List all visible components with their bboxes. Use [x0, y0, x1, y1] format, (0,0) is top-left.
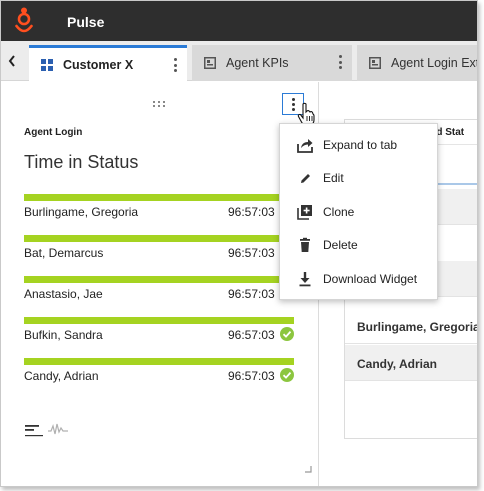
check-icon — [280, 327, 294, 341]
time-value: 96:57:03 — [228, 205, 275, 219]
clone-icon — [297, 204, 312, 220]
tab-kebab-menu-icon[interactable] — [173, 58, 177, 72]
status-list: Burlingame, Gregoria 96:57:03 Bat, Demar… — [24, 194, 294, 399]
agent-name: Bufkin, Sandra — [24, 328, 103, 342]
tab-agent-login-ext[interactable]: Agent Login Ext — [357, 45, 478, 81]
status-bar — [24, 276, 294, 283]
top-bar: Pulse — [1, 1, 477, 41]
widget-subtitle: Agent Login — [24, 127, 83, 138]
menu-item-edit[interactable]: Edit — [280, 162, 437, 196]
tab-label: Agent Login Ext — [391, 56, 478, 70]
trash-icon — [300, 238, 310, 253]
time-value: 96:57:03 — [228, 328, 275, 342]
app-window: Pulse Customer X Agent KPIs Agent Login … — [0, 0, 478, 487]
agent-name: Bat, Demarcus — [24, 246, 104, 260]
check-icon — [280, 368, 294, 382]
agent-name: Burlingame, Gregoria — [357, 320, 478, 334]
expand-to-tab-icon — [297, 138, 313, 153]
tab-bar: Customer X Agent KPIs Agent Login Ext — [1, 41, 478, 81]
widget-title: Time in Status — [24, 152, 139, 172]
widget-context-menu: Expand to tab Edit Clone Delete Download… — [279, 123, 438, 300]
tab-label: Agent KPIs — [226, 56, 289, 70]
table-row: Candy, Adrian — [345, 345, 477, 381]
chevron-left-icon — [8, 55, 15, 67]
agent-name: Anastasio, Jae — [24, 287, 103, 301]
agent-name: Candy, Adrian — [24, 369, 99, 383]
menu-item-label: Expand to tab — [323, 137, 398, 152]
menu-item-label: Edit — [323, 171, 344, 186]
dashboard-grid-icon — [41, 58, 53, 71]
genesys-logo-icon[interactable] — [13, 6, 35, 36]
status-bar — [24, 194, 294, 201]
widget-icon — [369, 57, 381, 69]
tab-customer-x[interactable]: Customer X — [29, 45, 187, 81]
download-icon — [299, 271, 311, 287]
drag-handle-icon[interactable] — [153, 101, 165, 108]
list-item: Burlingame, Gregoria 96:57:03 — [24, 194, 294, 235]
menu-item-expand-to-tab[interactable]: Expand to tab — [280, 128, 437, 162]
tab-label: Customer X — [63, 57, 134, 72]
tab-kebab-menu-icon[interactable] — [338, 55, 342, 69]
widget-icon — [204, 57, 216, 69]
menu-item-label: Download Widget — [323, 271, 418, 286]
status-bar — [24, 317, 294, 324]
resize-handle-icon[interactable] — [305, 466, 312, 473]
list-item: Candy, Adrian 96:57:03 — [24, 358, 294, 399]
time-value: 96:57:03 — [228, 246, 275, 260]
bar-view-icon[interactable] — [25, 423, 43, 437]
list-item: Anastasio, Jae 96:57:03 — [24, 276, 294, 317]
time-value: 96:57:03 — [228, 287, 275, 301]
status-bar — [24, 358, 294, 365]
agent-name: Candy, Adrian — [357, 357, 438, 371]
menu-item-clone[interactable]: Clone — [280, 195, 437, 229]
sparkline-view-icon[interactable] — [48, 422, 68, 436]
list-item: Bufkin, Sandra 96:57:03 — [24, 317, 294, 358]
menu-item-delete[interactable]: Delete — [280, 229, 437, 263]
table-row: Burlingame, Gregoria — [345, 308, 478, 344]
menu-item-label: Delete — [323, 238, 358, 253]
pencil-icon — [301, 174, 310, 184]
tab-agent-kpis[interactable]: Agent KPIs — [192, 45, 352, 81]
menu-item-download-widget[interactable]: Download Widget — [280, 262, 437, 296]
time-value: 96:57:03 — [228, 369, 275, 383]
agent-login-widget: Agent Login Time in Status Burlingame, G… — [1, 82, 319, 486]
tab-scroll-left-button[interactable] — [1, 41, 23, 81]
status-bar — [24, 235, 294, 242]
menu-item-label: Clone — [323, 204, 355, 219]
app-title: Pulse — [67, 14, 105, 30]
list-item: Bat, Demarcus 96:57:03 — [24, 235, 294, 276]
agent-name: Burlingame, Gregoria — [24, 205, 139, 219]
